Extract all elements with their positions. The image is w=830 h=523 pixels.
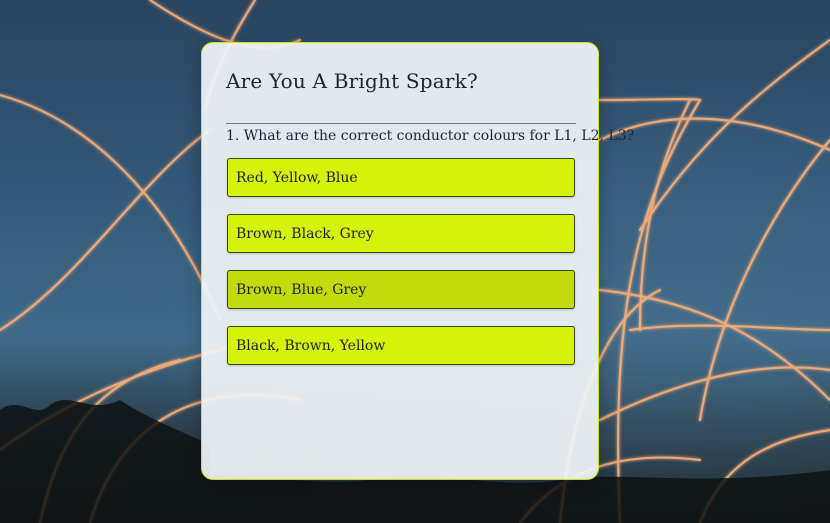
quiz-title: Are You A Bright Spark? <box>226 69 478 93</box>
answer-label-2: Brown, Black, Grey <box>236 225 374 242</box>
answer-button-3[interactable]: Brown, Blue, Grey <box>227 270 575 309</box>
answer-label-1: Red, Yellow, Blue <box>236 169 358 186</box>
answer-label-4: Black, Brown, Yellow <box>236 337 386 354</box>
answer-button-4[interactable]: Black, Brown, Yellow <box>227 326 575 365</box>
question-text: 1. What are the correct conductor colour… <box>226 128 635 144</box>
answer-button-1[interactable]: Red, Yellow, Blue <box>227 158 575 197</box>
title-divider <box>226 123 576 124</box>
quiz-card: Are You A Bright Spark? 1. What are the … <box>201 42 635 480</box>
answer-button-2[interactable]: Brown, Black, Grey <box>227 214 575 253</box>
answer-label-3: Brown, Blue, Grey <box>236 281 367 298</box>
